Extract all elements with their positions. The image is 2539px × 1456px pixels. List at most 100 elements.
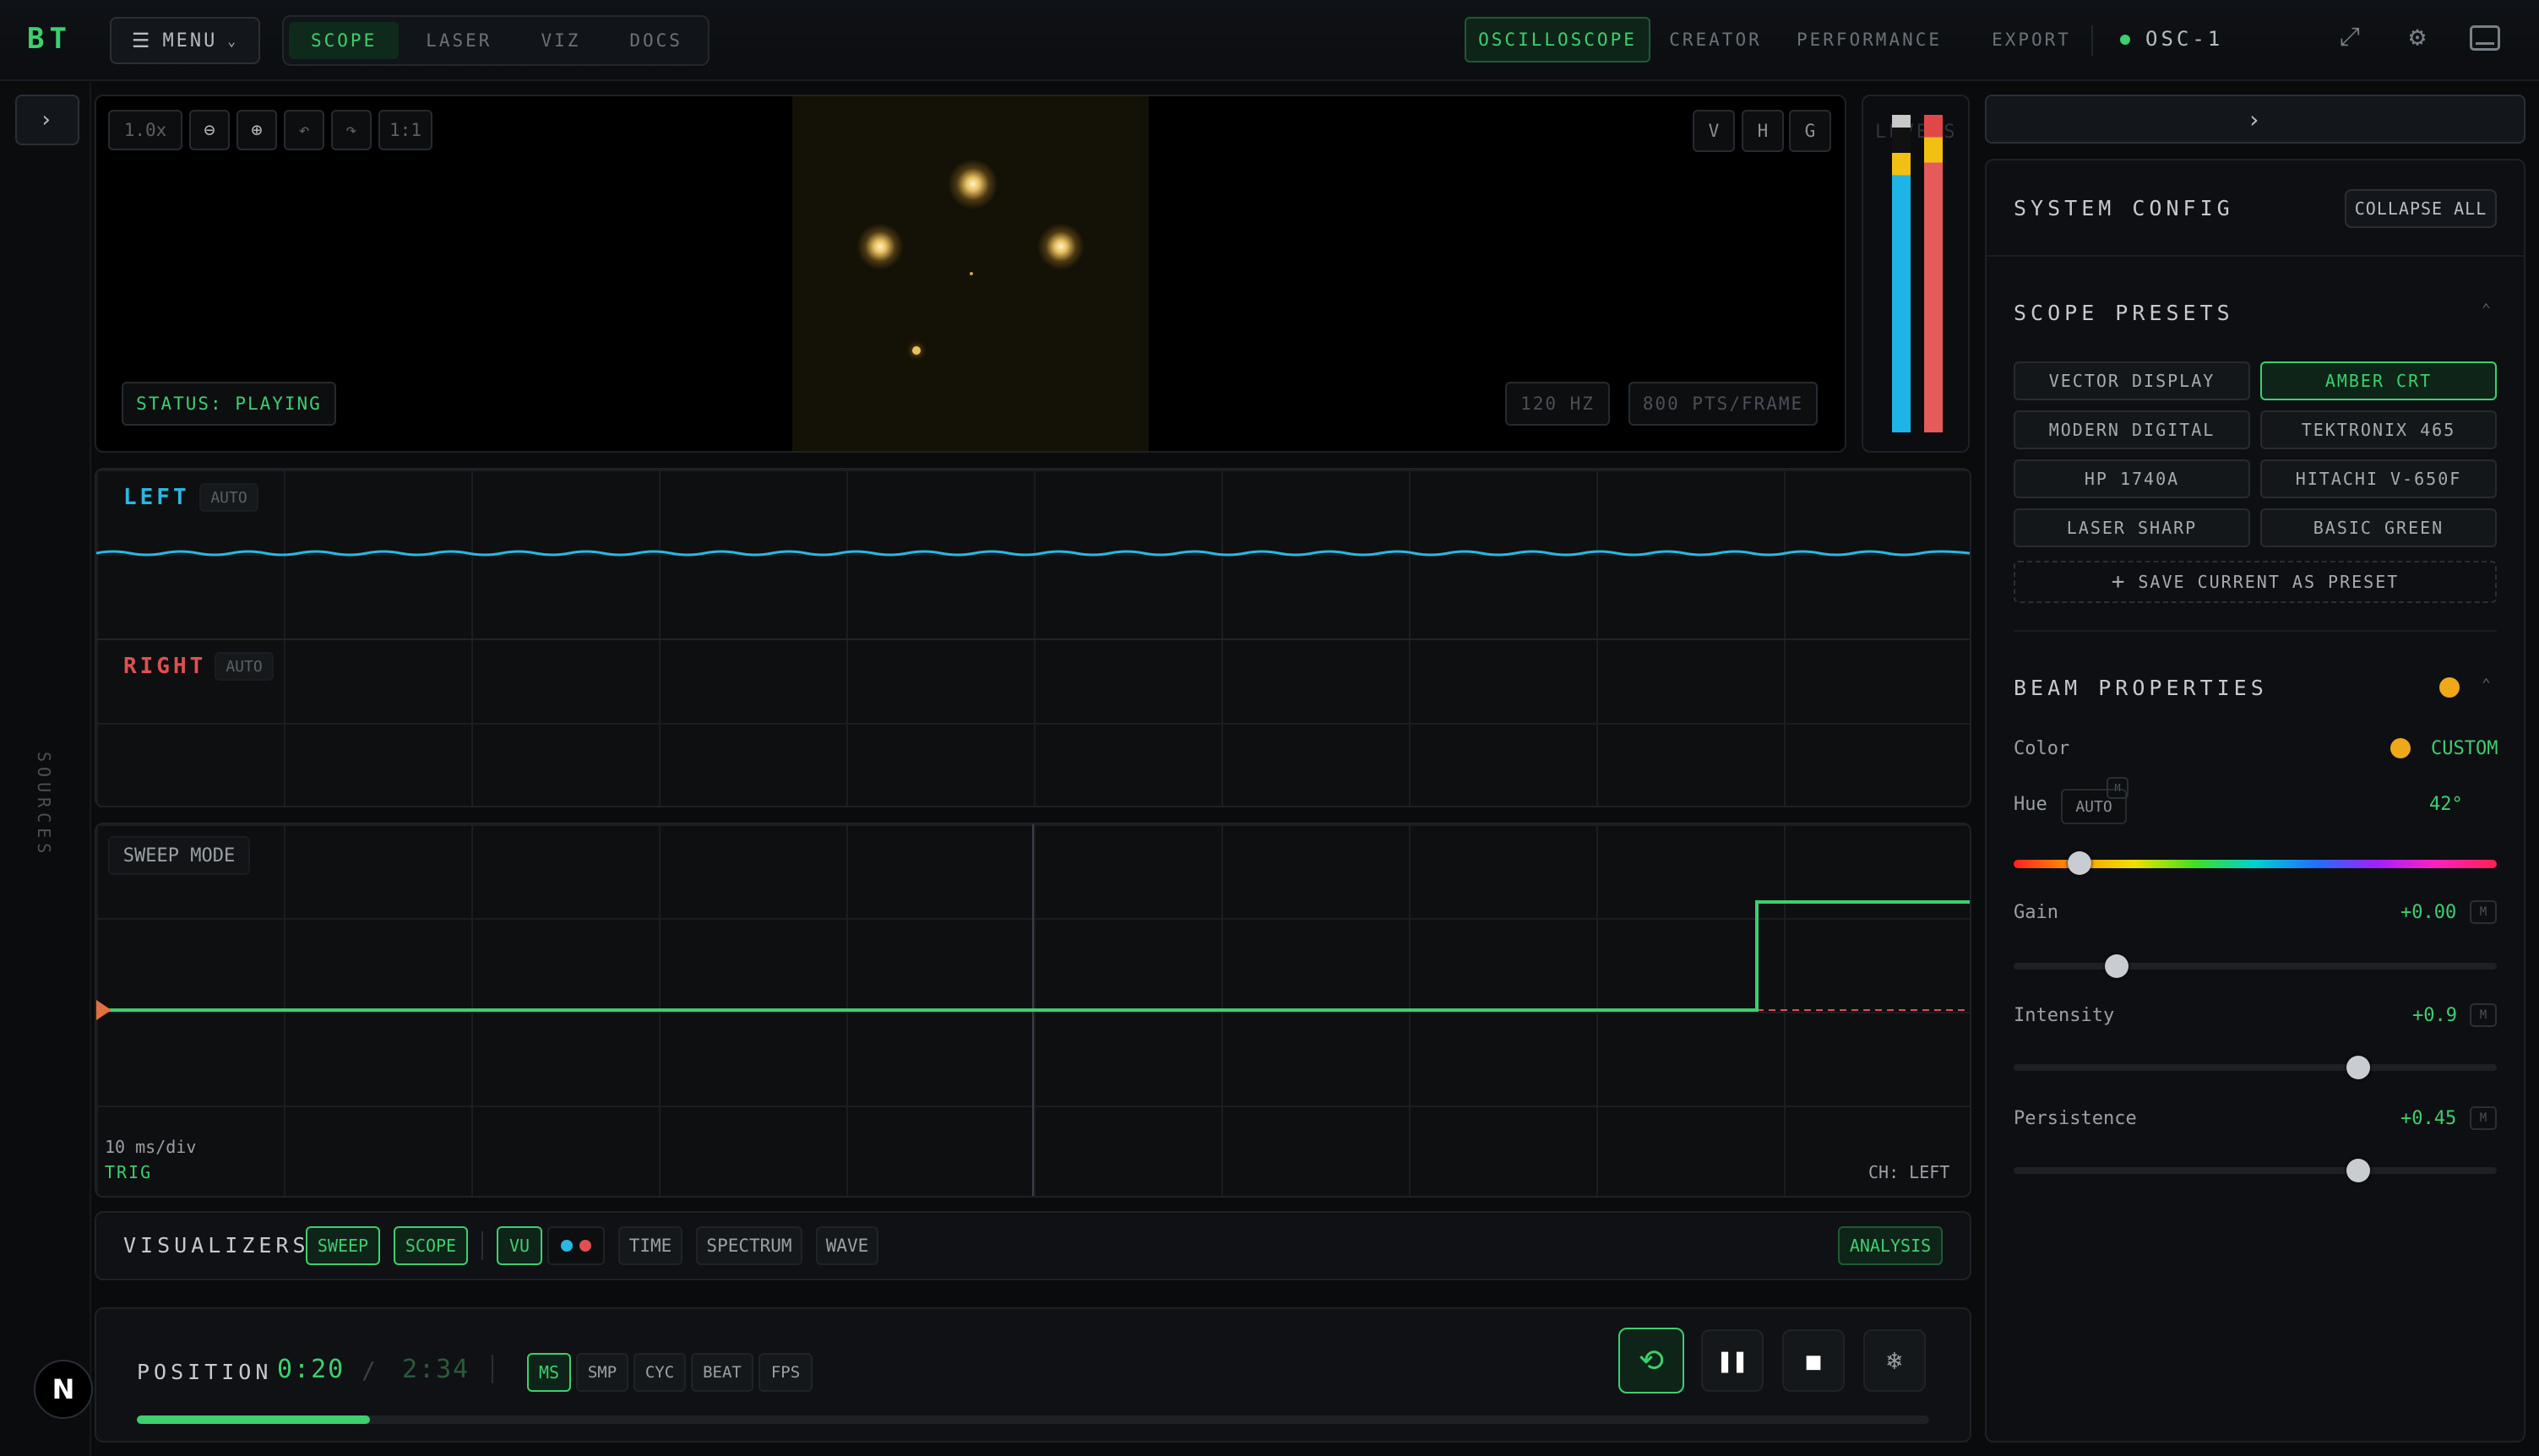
panel-toggle-icon[interactable] [2470,25,2500,51]
preset-tektronix-465[interactable]: TEKTRONIX 465 [2260,410,2497,449]
gain-slider[interactable] [2014,963,2497,970]
tab-viz[interactable]: VIZ [519,22,602,59]
preset-vector-display[interactable]: VECTOR DISPLAY [2014,361,2250,400]
viz-vu-toggle[interactable]: VU [497,1226,542,1265]
preset-basic-green[interactable]: BASIC GREEN [2260,508,2497,547]
gain-slider-knob[interactable] [2105,954,2129,978]
scope-presets-title: SCOPE PRESETS [2014,301,2234,325]
viz-sweep-toggle[interactable]: SWEEP [306,1226,380,1265]
refresh-rate: 120 HZ [1505,382,1610,426]
tab-laser[interactable]: LASER [404,22,514,59]
viz-wave-toggle[interactable]: WAVE [816,1226,878,1265]
viz-time-toggle[interactable]: TIME [618,1226,682,1265]
right-auto-badge[interactable]: AUTO [215,652,274,681]
n-logo[interactable]: N [34,1360,93,1419]
analysis-button[interactable]: ANALYSIS [1838,1226,1943,1265]
beam-dot [970,272,973,275]
chevron-up-icon[interactable]: ⌃ [2482,676,2491,693]
preset-hitachi-v650f[interactable]: HITACHI V-650F [2260,459,2497,498]
persistence-slider[interactable] [2014,1167,2497,1174]
position-progress-fill [137,1415,370,1424]
levels-meter: LEVELS [1862,95,1970,453]
zoom-out-icon[interactable]: ⊖ [189,110,230,150]
trigger-marker-icon[interactable] [96,1000,111,1020]
tab-scope[interactable]: SCOPE [289,22,400,59]
persistence-mod-button[interactable]: M [2470,1106,2497,1130]
chevron-up-icon[interactable]: ⌃ [2482,301,2491,318]
preset-hp-1740a[interactable]: HP 1740A [2014,459,2250,498]
nav-performance[interactable]: PERFORMANCE [1789,17,1949,62]
freeze-button[interactable]: ❄ [1863,1329,1926,1392]
channel-divider [96,638,1970,640]
zoom-level[interactable]: 1.0x [108,110,182,150]
stop-button[interactable]: ■ [1782,1329,1845,1392]
collapse-config-button[interactable]: › [1985,95,2525,144]
nav-creator[interactable]: CREATOR [1661,17,1770,62]
hamburger-icon: ☰ [131,29,153,52]
zoom-in-icon[interactable]: ⊕ [237,110,277,150]
beam-dot [948,159,998,209]
gain-label: Gain [2014,902,2058,923]
position-total: 2:34 [402,1355,470,1384]
device-name[interactable]: OSC-1 [2145,27,2223,51]
hue-mod-button[interactable]: M [2107,777,2129,799]
position-label: POSITION [137,1360,273,1384]
presets-divider [2014,630,2497,632]
viz-spectrum-toggle[interactable]: SPECTRUM [696,1226,802,1265]
intensity-mod-button[interactable]: M [2470,1003,2497,1027]
menu-button[interactable]: ☰ MENU ⌄ [110,17,260,64]
axis-g-button[interactable]: G [1789,110,1831,152]
visualizers-title: VISUALIZERS [123,1233,310,1258]
hue-value: 42° [2429,794,2463,815]
scope-display[interactable] [792,96,1149,451]
persistence-slider-knob[interactable] [2346,1159,2370,1182]
unit-cyc-button[interactable]: CYC [633,1353,686,1392]
beam-dot [912,346,921,355]
snowflake-icon: ❄ [1886,1345,1903,1376]
unit-beat-button[interactable]: BEAT [691,1353,753,1392]
nav-divider [2091,25,2093,56]
hue-slider-knob[interactable] [2068,851,2091,875]
undo-icon[interactable]: ↶ [284,110,324,150]
nav-export[interactable]: EXPORT [1968,17,2095,62]
position-current: 0:20 [277,1355,345,1384]
save-preset-button[interactable]: + SAVE CURRENT AS PRESET [2014,561,2497,603]
reset-zoom-button[interactable]: 1:1 [378,110,432,150]
hue-label: Hue [2014,794,2047,815]
pause-button[interactable]: ❚❚ [1701,1329,1764,1392]
vu-channel-dots[interactable] [547,1226,605,1265]
expand-sidebar-button[interactable]: › [15,95,79,145]
unit-ms-button[interactable]: MS [527,1353,571,1392]
sources-label[interactable]: SOURCES [34,752,54,858]
preset-modern-digital[interactable]: MODERN DIGITAL [2014,410,2250,449]
position-scrubber[interactable] [137,1415,1929,1424]
stop-icon: ■ [1806,1346,1821,1375]
left-auto-badge[interactable]: AUTO [199,483,258,512]
gear-icon[interactable]: ⚙ [2400,20,2434,54]
gain-mod-button[interactable]: M [2470,900,2497,924]
viz-scope-toggle[interactable]: SCOPE [394,1226,468,1265]
redo-icon[interactable]: ↷ [331,110,372,150]
color-value[interactable]: CUSTOM [2431,738,2498,759]
fullscreen-icon[interactable]: ⤢ [2333,22,2367,56]
intensity-slider[interactable] [2014,1064,2497,1071]
loop-button[interactable]: ⟲ [1618,1328,1684,1394]
collapse-all-button[interactable]: COLLAPSE ALL [2345,189,2497,228]
device-status-dot [2120,35,2130,45]
color-swatch[interactable] [2390,738,2411,758]
nav-oscilloscope[interactable]: OSCILLOSCOPE [1465,17,1650,62]
unit-smp-button[interactable]: SMP [576,1353,628,1392]
preset-amber-crt[interactable]: AMBER CRT [2260,361,2497,400]
preset-laser-sharp[interactable]: LASER SHARP [2014,508,2250,547]
persistence-value: +0.45 [2400,1108,2457,1129]
axis-h-button[interactable]: H [1742,110,1784,152]
unit-fps-button[interactable]: FPS [758,1353,813,1392]
vu-left-bar [1892,115,1911,432]
beam-color-dot [2439,677,2460,698]
intensity-slider-knob[interactable] [2346,1056,2370,1079]
axis-v-button[interactable]: V [1693,110,1735,152]
left-waveform [96,550,1970,557]
levels-label: LEVELS [1875,122,1958,143]
tab-docs[interactable]: DOCS [607,22,704,59]
transport-divider [492,1355,493,1383]
